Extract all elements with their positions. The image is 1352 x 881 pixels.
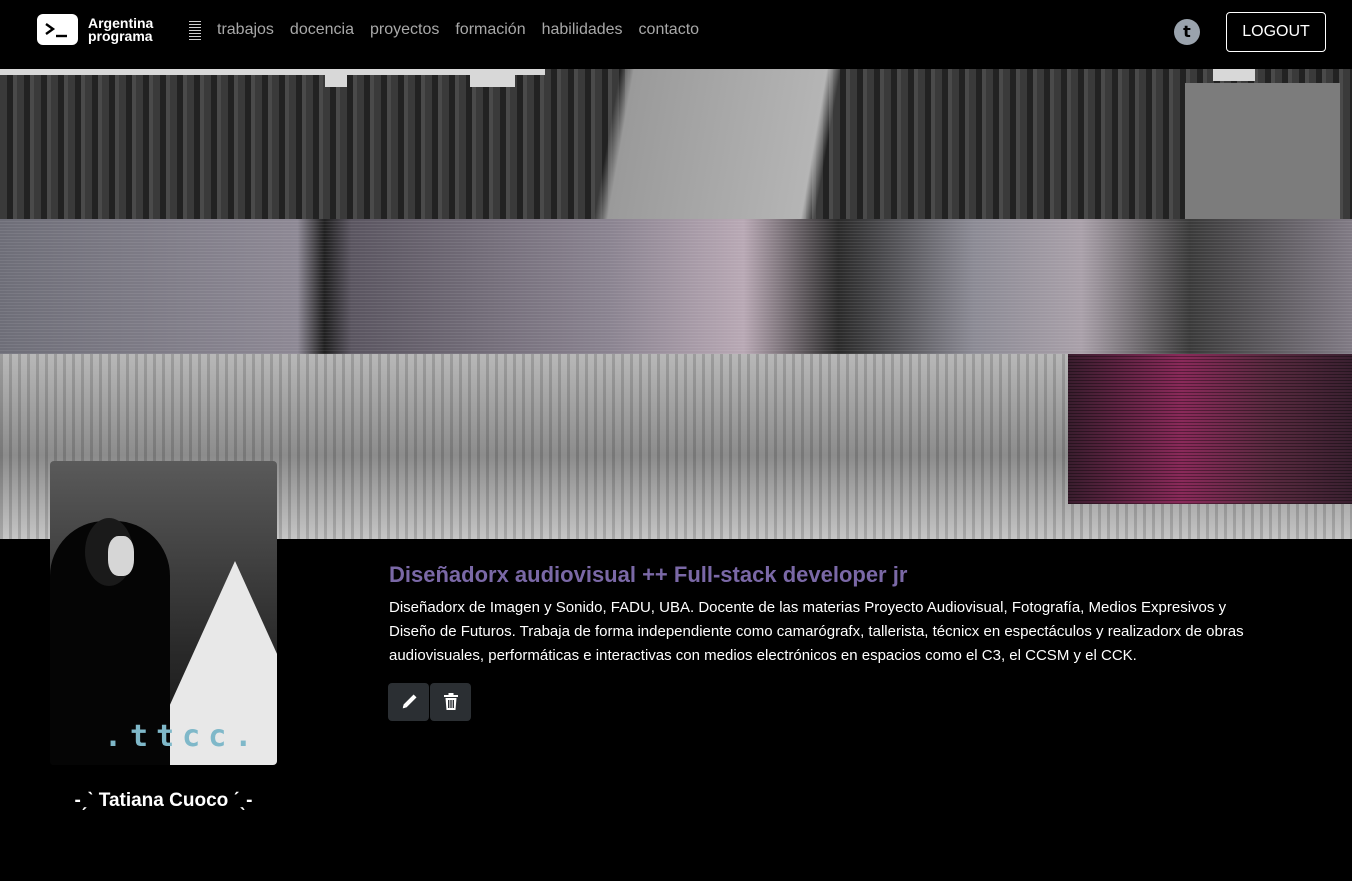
glitch-strip <box>1213 69 1255 81</box>
nav-links: trabajos docencia proyectos formación ha… <box>217 21 699 39</box>
banner-magenta-block <box>1068 354 1352 504</box>
profile-description: Diseñadorx de Imagen y Sonido, FADU, UBA… <box>389 599 1244 664</box>
nav-link-habilidades[interactable]: habilidades <box>542 21 623 39</box>
delete-button[interactable] <box>430 683 471 721</box>
profile-actions <box>388 683 471 721</box>
profile-photo: .ttcc. <box>50 461 277 765</box>
banner-band-middle <box>0 219 1352 354</box>
nav-link-contacto[interactable]: contacto <box>639 21 699 39</box>
terminal-icon <box>37 14 78 45</box>
photo-face <box>108 536 134 576</box>
banner-block <box>1185 83 1340 219</box>
glitch-strip <box>470 75 515 87</box>
nav-link-formacion[interactable]: formación <box>455 21 525 39</box>
nav-link-proyectos[interactable]: proyectos <box>370 21 439 39</box>
brand-line-2: programa <box>88 27 153 44</box>
nav-link-trabajos[interactable]: trabajos <box>217 21 274 39</box>
glitch-strip <box>0 69 545 75</box>
navbar: Argentina programa trabajos docencia pro… <box>0 0 1352 69</box>
tumblr-icon[interactable]: t <box>1174 19 1200 45</box>
photo-caption: .ttcc. <box>104 719 261 754</box>
profile-name: -ˏˋ Tatiana Cuoco ˊˎ- <box>74 790 253 811</box>
trash-icon <box>443 693 458 710</box>
brand-name: Argentina programa <box>88 16 153 44</box>
nav-link-docencia[interactable]: docencia <box>290 21 354 39</box>
brand-logo[interactable]: Argentina programa <box>37 14 153 45</box>
menu-toggle-icon[interactable] <box>189 21 201 41</box>
pencil-icon <box>402 694 417 709</box>
profile-headline: Diseñadorx audiovisual ++ Full-stack dev… <box>389 562 908 587</box>
logout-button[interactable]: LOGOUT <box>1226 12 1326 52</box>
banner-band-top <box>0 69 1352 219</box>
glitch-strip <box>325 75 347 87</box>
edit-button[interactable] <box>388 683 429 721</box>
